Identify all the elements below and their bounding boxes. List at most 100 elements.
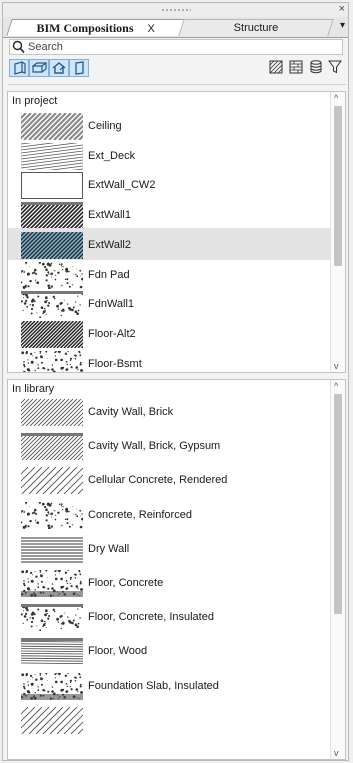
panel-titlebar[interactable]: × [3, 3, 348, 17]
list-item[interactable]: ExtWall_CW2 [8, 168, 332, 200]
list-item[interactable]: Floor, Wood [8, 634, 332, 666]
brick-icon [289, 60, 303, 74]
list-item[interactable]: Floor-Alt2 [8, 317, 332, 349]
item-label: FdnWall1 [88, 298, 135, 311]
list-item[interactable]: ExtWall1 [8, 198, 332, 230]
search-box[interactable] [9, 39, 343, 55]
section-title: In project [12, 95, 58, 107]
slab-button[interactable] [29, 59, 49, 77]
roof-button[interactable] [49, 59, 69, 77]
brick-button[interactable] [287, 59, 307, 77]
item-label: Dry Wall [88, 542, 130, 555]
panel-close-icon[interactable]: × [339, 3, 345, 15]
material-swatch-icon [8, 320, 138, 349]
list-item[interactable]: FdnWall1 [8, 287, 332, 319]
scroll-up-icon[interactable]: ^ [334, 381, 338, 391]
building-wall-icon [14, 61, 26, 75]
hatch-button[interactable] [267, 59, 287, 77]
material-swatch-icon [21, 349, 84, 372]
database-button[interactable] [307, 59, 327, 77]
material-swatch-icon [21, 172, 83, 200]
item-label: Cavity Wall, Brick [88, 406, 174, 418]
list-item[interactable]: Ext_Deck [8, 132, 332, 187]
material-swatch-icon [20, 132, 84, 187]
section-title: In library [12, 383, 55, 395]
in-library-section: In library Cavity Wall, Brick Cavity Wall… [7, 379, 346, 760]
item-label: Floor, Concrete [88, 577, 164, 589]
tab-close-icon[interactable]: X [148, 23, 155, 35]
scroll-thumb[interactable] [334, 394, 342, 614]
material-swatch-icon [20, 261, 84, 289]
material-swatch-icon [20, 501, 84, 530]
list-item[interactable]: Cavity Wall, Brick, Gypsum [8, 429, 332, 461]
material-swatch-icon [8, 706, 134, 735]
list-item[interactable]: Fdn Pad [8, 258, 332, 290]
drag-grip-icon[interactable] [161, 8, 191, 12]
list-item[interactable]: Dry Wall [8, 532, 332, 564]
list-item[interactable]: Foundation Slab, Insulated [8, 669, 332, 701]
tab-menu-icon[interactable]: ▾ [340, 20, 345, 31]
roof-icon [52, 62, 66, 74]
scroll-up-icon[interactable]: ^ [334, 93, 338, 103]
search-icon [12, 40, 25, 54]
surface-button[interactable] [69, 59, 89, 77]
project-scrollbar[interactable]: ^ v [330, 92, 345, 372]
item-label: Floor-Alt2 [88, 327, 136, 340]
library-scrollbar[interactable]: ^ v [330, 380, 345, 759]
scroll-down-icon[interactable]: v [334, 748, 339, 758]
slab-icon [32, 62, 47, 73]
scroll-thumb[interactable] [334, 106, 342, 266]
item-label: Cavity Wall, Brick, Gypsum [88, 440, 221, 453]
list-item[interactable]: Floor, Concrete, Insulated [8, 600, 332, 632]
item-label: Ext_Deck [88, 149, 136, 162]
building-wall-button[interactable] [9, 59, 29, 77]
toolbar-divider [8, 84, 346, 85]
tab-label: BIM Compositions [36, 21, 134, 35]
list-item[interactable]: Cavity Wall, Brick [8, 395, 332, 427]
material-swatch-icon [8, 231, 134, 260]
material-swatch-icon [20, 569, 84, 597]
bim-compositions-panel: × BIM Compositions X Structure ▾ Search … [2, 2, 349, 761]
item-label: Concrete, Reinforced [88, 508, 192, 521]
item-label: Floor-Bsmt [88, 357, 142, 370]
list-item[interactable]: Ceiling [8, 109, 332, 141]
database-icon [310, 60, 322, 74]
item-label: Floor, Concrete, Insulated [88, 611, 214, 624]
hatch-icon [269, 60, 283, 74]
material-swatch-icon [8, 112, 137, 141]
toolbar [3, 57, 348, 87]
in-project-section: In project Ceiling Ext_Deck ExtWall_CW2 Ext… [7, 91, 346, 373]
list-item[interactable]: Floor-Bsmt [8, 347, 332, 372]
tab-label: Structure [233, 22, 278, 34]
material-swatch-icon [20, 638, 84, 665]
filter-icon [328, 60, 342, 74]
item-label: ExtWall2 [88, 238, 131, 251]
list-item[interactable]: Floor, Concrete [8, 566, 332, 598]
material-swatch-icon [8, 467, 134, 495]
tab-structure[interactable]: Structure [178, 19, 334, 36]
list-item[interactable]: ExtWall2 [8, 227, 332, 260]
list-item[interactable]: Cellular Concrete, Rendered [8, 463, 332, 495]
material-swatch-icon [20, 291, 84, 319]
surface-icon [75, 61, 84, 75]
tab-bim-compositions[interactable]: BIM Compositions X [6, 19, 187, 36]
list-item[interactable] [8, 703, 332, 735]
item-label: Fdn Pad [88, 268, 130, 281]
filter-button[interactable] [326, 59, 346, 77]
item-label: ExtWall_CW2 [88, 179, 156, 192]
item-label: Floor, Wood [88, 645, 148, 658]
item-label: Foundation Slab, Insulated [88, 679, 219, 692]
scroll-down-icon[interactable]: v [334, 361, 339, 371]
search-input[interactable] [28, 40, 328, 54]
item-label: Ceiling [88, 120, 122, 132]
item-label: Cellular Concrete, Rendered [88, 474, 228, 487]
material-swatch-icon [21, 536, 83, 563]
material-swatch-icon [20, 671, 84, 700]
item-label: ExtWall1 [88, 209, 131, 222]
material-swatch-icon [8, 398, 134, 427]
material-swatch-icon [20, 604, 84, 632]
list-item[interactable]: Concrete, Reinforced [8, 498, 332, 530]
material-swatch-icon [8, 432, 134, 461]
material-swatch-icon [8, 201, 134, 230]
tab-strip: BIM Compositions X Structure ▾ [3, 17, 348, 38]
